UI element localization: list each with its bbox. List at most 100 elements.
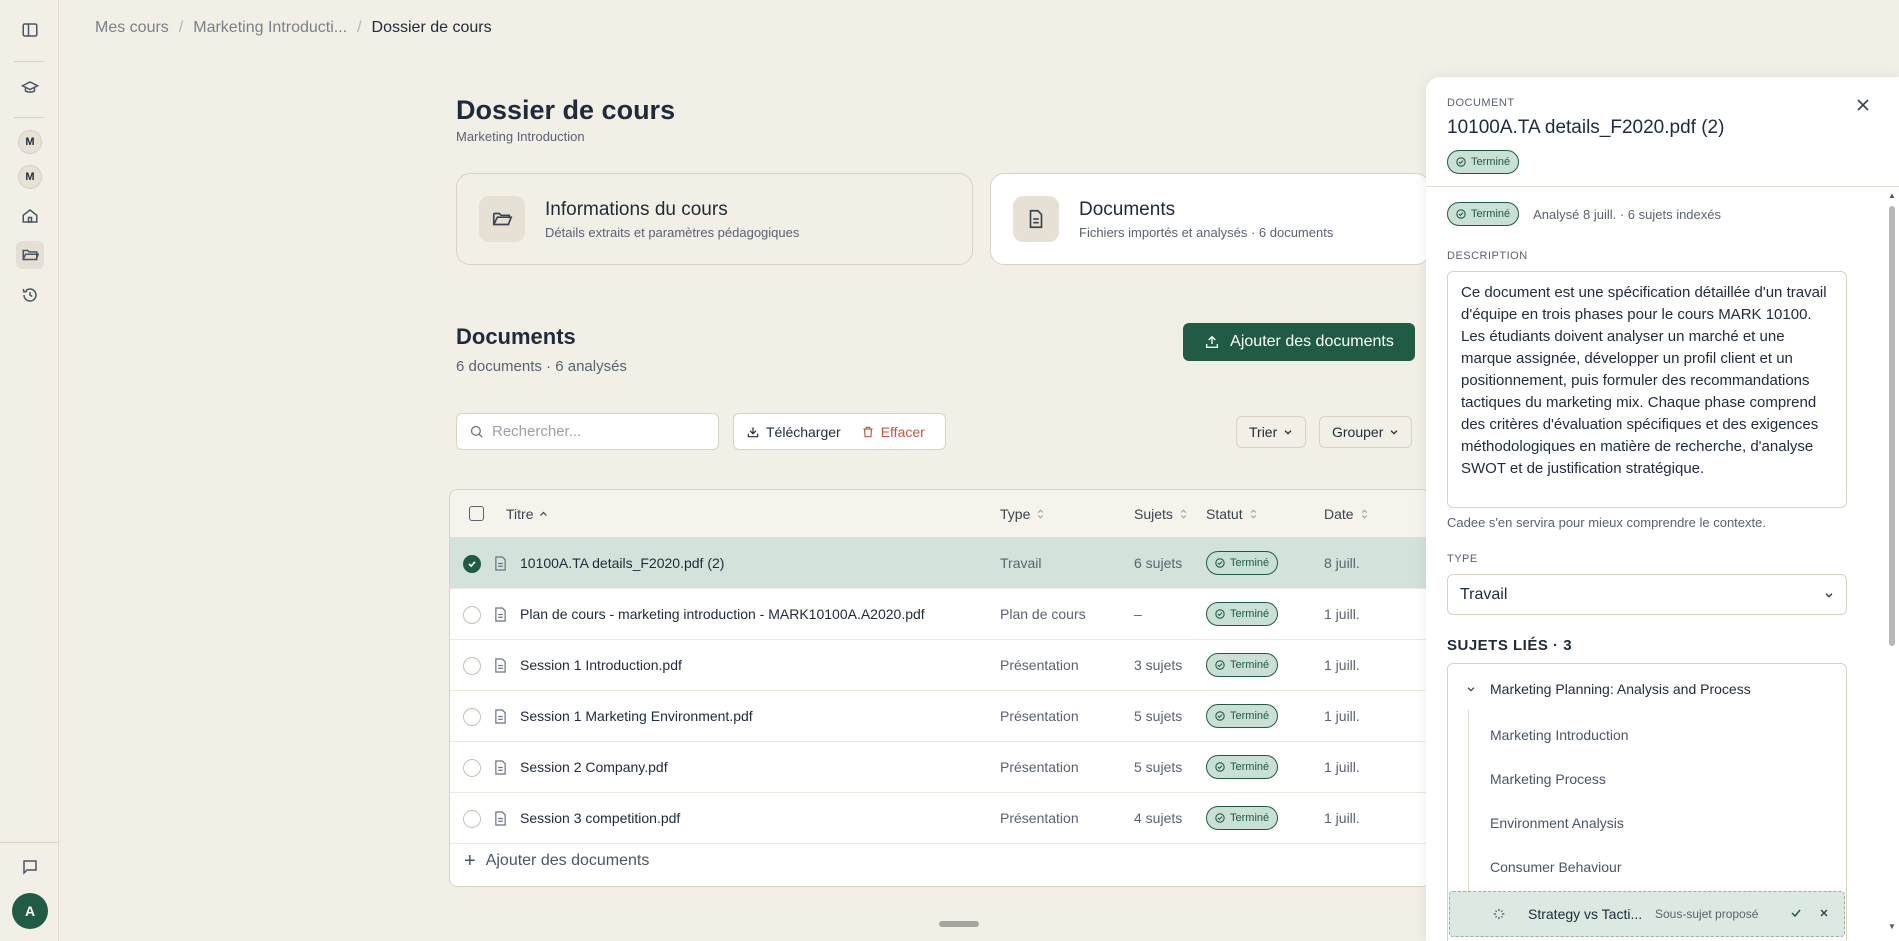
delete-label: Effacer xyxy=(880,423,925,440)
table-row[interactable]: 10100A.TA details_F2020.pdf (2) Travail 6 … xyxy=(450,538,1429,589)
add-row-label: Ajouter des documents xyxy=(485,852,650,869)
panel-body: Terminé Analysé 8 juill. · 6 sujets inde… xyxy=(1426,188,1886,941)
table-row[interactable]: Session 2 Company.pdf Présentation 5 sujet… xyxy=(450,742,1429,793)
group-button[interactable]: Grouper xyxy=(1319,416,1413,448)
row-type: Présentation xyxy=(1000,657,1079,673)
row-title[interactable]: Session 1 Marketing Environment.pdf xyxy=(520,708,753,724)
status-badge: Terminé xyxy=(1206,806,1279,830)
avatar[interactable]: A xyxy=(12,893,48,929)
breadcrumb-current: Dossier de cours xyxy=(371,19,492,36)
course-badge[interactable]: M xyxy=(18,165,42,189)
column-header-subjects[interactable]: Sujets xyxy=(1134,506,1188,522)
card-subtitle: Détails extraits et paramètres pédagogiq… xyxy=(545,224,800,240)
row-title[interactable]: Session 3 competition.pdf xyxy=(520,810,680,826)
course-badge[interactable]: M xyxy=(18,130,42,154)
document-detail-panel: DOCUMENT 10100A.TA details_F2020.pdf (2)… xyxy=(1426,77,1899,941)
chat-icon[interactable] xyxy=(16,853,44,881)
add-documents-row[interactable]: + Ajouter des documents xyxy=(464,850,650,872)
search-box[interactable] xyxy=(456,413,719,450)
row-select-radio[interactable] xyxy=(463,606,481,624)
row-select-radio[interactable] xyxy=(463,708,481,726)
breadcrumb-item[interactable]: Mes cours xyxy=(95,19,169,37)
description-hint: Cadee s'en servira pour mieux comprendre… xyxy=(1447,515,1766,530)
sidebar-toggle-icon[interactable] xyxy=(16,16,44,44)
row-select-radio[interactable] xyxy=(463,555,481,573)
sort-button[interactable]: Trier xyxy=(1236,416,1307,448)
download-icon xyxy=(747,426,759,437)
status-text: Terminé xyxy=(1230,659,1270,671)
table-row[interactable]: Session 1 Introduction.pdf Présentation 3 … xyxy=(450,640,1429,691)
course-info-card[interactable]: Informations du cours Détails extraits e… xyxy=(456,173,973,265)
plus-icon: + xyxy=(464,850,476,872)
scrollbar-thumb[interactable] xyxy=(1889,206,1895,646)
close-icon[interactable] xyxy=(1853,95,1873,115)
table-row[interactable]: Plan de cours - marketing introduction -… xyxy=(450,589,1429,640)
column-header-status[interactable]: Statut xyxy=(1206,506,1258,522)
column-header-date[interactable]: Date xyxy=(1324,506,1369,522)
type-select[interactable]: Travail xyxy=(1447,574,1847,615)
subject-child[interactable]: Marketing Introduction xyxy=(1490,727,1629,743)
check-circle-icon xyxy=(1215,711,1225,721)
table-row[interactable]: Session 3 competition.pdf Présentation 4 s… xyxy=(450,793,1429,844)
file-icon xyxy=(495,607,506,622)
table-header: Titre Type Sujets Statut Date xyxy=(450,490,1429,538)
description-label: DESCRIPTION xyxy=(1447,250,1528,262)
status-badge: Terminé xyxy=(1206,602,1279,626)
check-icon[interactable] xyxy=(1790,907,1802,919)
delete-button[interactable]: Effacer xyxy=(861,424,925,440)
column-header-title[interactable]: Titre xyxy=(506,506,548,522)
file-text-icon xyxy=(1013,196,1059,242)
history-icon[interactable] xyxy=(16,281,44,309)
type-label: TYPE xyxy=(1447,553,1478,565)
sparkle-icon xyxy=(1493,908,1505,920)
breadcrumb: Mes cours / Marketing Introducti... / Do… xyxy=(95,19,492,37)
select-all-checkbox[interactable] xyxy=(469,506,484,521)
subject-parent[interactable]: Marketing Planning: Analysis and Process xyxy=(1466,681,1751,697)
subject-child[interactable]: Consumer Behaviour xyxy=(1490,859,1622,875)
row-title[interactable]: Session 2 Company.pdf xyxy=(520,759,668,775)
row-title[interactable]: Session 1 Introduction.pdf xyxy=(520,657,682,673)
bulk-actions: Télécharger Effacer xyxy=(733,413,946,450)
search-input[interactable] xyxy=(492,423,692,440)
status-text: Terminé xyxy=(1230,761,1270,773)
row-title[interactable]: Plan de cours - marketing introduction -… xyxy=(520,606,925,622)
file-icon xyxy=(495,556,506,571)
add-documents-label: Ajouter des documents xyxy=(1230,333,1394,350)
row-type: Plan de cours xyxy=(1000,606,1086,622)
row-select-radio[interactable] xyxy=(463,810,481,828)
check-circle-icon xyxy=(1456,209,1466,219)
left-rail: M M A xyxy=(0,0,59,941)
download-button[interactable]: Télécharger xyxy=(746,424,841,440)
scroll-up-icon[interactable]: ▲ xyxy=(1888,192,1896,200)
breadcrumb-item[interactable]: Marketing Introducti... xyxy=(193,19,347,37)
row-subjects: 5 sujets xyxy=(1134,708,1183,724)
subject-child[interactable]: Environment Analysis xyxy=(1490,815,1624,831)
row-date: 8 juill. xyxy=(1324,555,1360,571)
chevron-down-icon xyxy=(1391,430,1398,435)
column-label: Sujets xyxy=(1134,506,1173,522)
resize-handle[interactable] xyxy=(939,921,979,927)
graduation-cap-icon[interactable] xyxy=(16,74,44,102)
documents-card[interactable]: Documents Fichiers importés et analysés … xyxy=(990,173,1430,265)
close-icon[interactable] xyxy=(1818,907,1830,919)
panel-scrollbar[interactable]: ▲ ▼ xyxy=(1888,188,1896,941)
row-select-radio[interactable] xyxy=(463,657,481,675)
row-title[interactable]: 10100A.TA details_F2020.pdf (2) xyxy=(520,555,724,571)
column-label: Titre xyxy=(506,506,534,522)
rail-divider xyxy=(14,117,44,118)
folder-icon[interactable] xyxy=(16,241,44,269)
column-header-type[interactable]: Type xyxy=(1000,506,1045,522)
home-icon[interactable] xyxy=(16,202,44,230)
status-text: Terminé xyxy=(1471,208,1511,220)
status-badge: Terminé xyxy=(1206,653,1279,677)
add-documents-button[interactable]: Ajouter des documents xyxy=(1183,323,1415,361)
subject-child[interactable]: Marketing Process xyxy=(1490,771,1606,787)
check-circle-icon xyxy=(1215,558,1225,568)
table-row[interactable]: Session 1 Marketing Environment.pdf Prése… xyxy=(450,691,1429,742)
description-field[interactable]: Ce document est une spécification détail… xyxy=(1447,271,1847,508)
row-subjects: 4 sujets xyxy=(1134,810,1183,826)
row-select-radio[interactable] xyxy=(463,759,481,777)
row-date: 1 juill. xyxy=(1324,810,1360,826)
check-circle-icon xyxy=(1215,609,1225,619)
scroll-down-icon[interactable]: ▼ xyxy=(1888,923,1896,931)
